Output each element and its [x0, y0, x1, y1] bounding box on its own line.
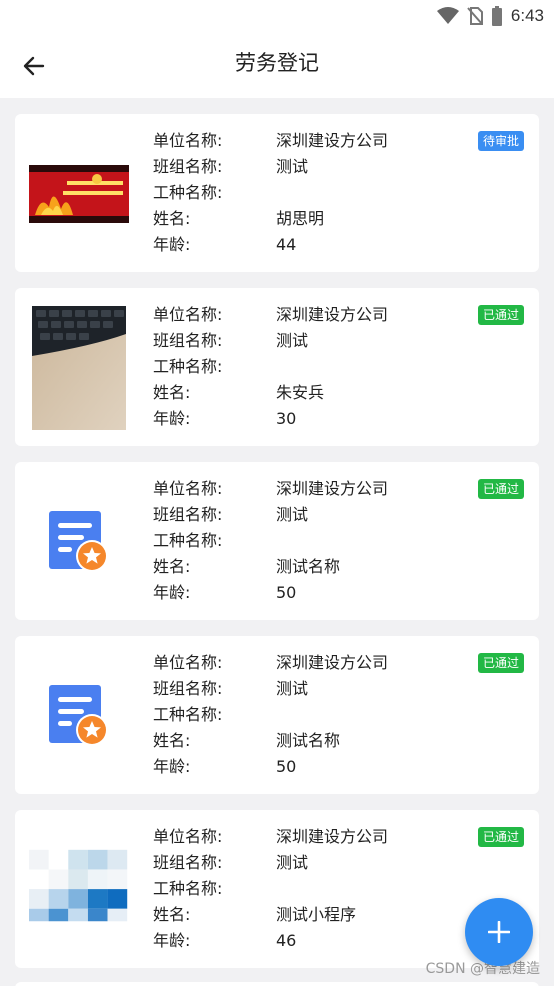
team-value: 测试	[276, 505, 309, 524]
record-card[interactable]: 单位名称: 深圳建设方公司 班组名称: 测试 工种名称: 姓名: 测试小程序 年龄: 4…	[15, 810, 539, 968]
name-value: 测试名称	[276, 557, 341, 576]
age-label: 年龄:	[153, 931, 191, 950]
battery-icon	[491, 6, 502, 26]
status-badge: 待审批	[477, 131, 524, 151]
team-label: 班组名称:	[153, 505, 223, 524]
age-label: 年龄:	[153, 235, 191, 254]
record-card[interactable]: 单位名称: 深圳建设方公司 班组名称: 测试 工种名称: 姓名: 胡思明 年龄: 44 …	[15, 114, 539, 272]
add-record-button[interactable]	[465, 898, 533, 966]
record-card[interactable]: 单位名称: 深圳建设方公司 班组名称: 测试 工种名称: 姓名: 测试名称 年龄: 50…	[15, 462, 539, 620]
record-card[interactable]: 单位名称: 深圳建设方公司 班组名称: 测试 工种名称: 姓名: 测试名称 年龄: 50…	[15, 636, 539, 794]
keyboard-photo	[32, 306, 126, 430]
name-label: 姓名:	[153, 209, 191, 228]
record-fields: 单位名称: 深圳建设方公司 班组名称: 测试 工种名称: 姓名: 胡思明 年龄: 44	[153, 128, 388, 258]
record-card[interactable]: 单位名称: 深圳建设方公司 班组名称: 测试 工种名称: 姓名: 朱安兵 年龄: 30 …	[15, 288, 539, 446]
age-value: 50	[276, 757, 297, 776]
age-label: 年龄:	[153, 583, 191, 602]
status-badge: 已通过	[477, 827, 524, 847]
unit-label: 单位名称:	[153, 479, 223, 498]
record-thumbnail	[29, 480, 129, 604]
trade-label: 工种名称:	[153, 183, 223, 202]
poster-image	[29, 165, 129, 223]
unit-value: 深圳建设方公司	[276, 479, 389, 498]
name-label: 姓名:	[153, 905, 191, 924]
record-list: 单位名称: 深圳建设方公司 班组名称: 测试 工种名称: 姓名: 胡思明 年龄: 44 …	[15, 114, 539, 984]
trade-label: 工种名称:	[153, 705, 223, 724]
age-value: 30	[276, 409, 297, 428]
plus-icon	[488, 921, 510, 943]
pixelated-image	[29, 849, 129, 931]
trade-label: 工种名称:	[153, 879, 223, 898]
age-value: 44	[276, 235, 297, 254]
status-bar: 6:43	[0, 0, 554, 34]
unit-label: 单位名称:	[153, 827, 223, 846]
age-value: 46	[276, 931, 297, 950]
name-value: 胡思明	[276, 209, 325, 228]
team-label: 班组名称:	[153, 853, 223, 872]
trade-label: 工种名称:	[153, 357, 223, 376]
unit-label: 单位名称:	[153, 305, 223, 324]
status-badge: 已通过	[477, 653, 524, 673]
name-value: 朱安兵	[276, 383, 325, 402]
record-fields: 单位名称: 深圳建设方公司 班组名称: 测试 工种名称: 姓名: 测试名称 年龄: 50	[153, 650, 388, 780]
record-thumbnail	[29, 132, 129, 256]
team-value: 测试	[276, 331, 309, 350]
team-label: 班组名称:	[153, 679, 223, 698]
age-label: 年龄:	[153, 757, 191, 776]
record-thumbnail	[29, 654, 129, 778]
header: 劳务登记	[0, 34, 554, 98]
no-sim-icon	[467, 7, 483, 25]
record-card[interactable]	[15, 982, 539, 986]
unit-label: 单位名称:	[153, 131, 223, 150]
age-label: 年龄:	[153, 409, 191, 428]
team-value: 测试	[276, 853, 309, 872]
unit-value: 深圳建设方公司	[276, 653, 389, 672]
document-star-icon	[49, 685, 108, 746]
unit-value: 深圳建设方公司	[276, 131, 389, 150]
record-fields: 单位名称: 深圳建设方公司 班组名称: 测试 工种名称: 姓名: 测试小程序 年龄: 4…	[153, 824, 388, 954]
name-value: 测试名称	[276, 731, 341, 750]
team-value: 测试	[276, 679, 309, 698]
name-label: 姓名:	[153, 383, 191, 402]
record-thumbnail	[29, 828, 129, 952]
team-label: 班组名称:	[153, 157, 223, 176]
name-value: 测试小程序	[276, 905, 357, 924]
name-label: 姓名:	[153, 731, 191, 750]
status-badge: 已通过	[477, 305, 524, 325]
unit-label: 单位名称:	[153, 653, 223, 672]
trade-label: 工种名称:	[153, 531, 223, 550]
document-star-icon	[49, 511, 108, 572]
record-thumbnail	[29, 306, 129, 430]
team-label: 班组名称:	[153, 331, 223, 350]
status-time: 6:43	[510, 6, 544, 25]
record-fields: 单位名称: 深圳建设方公司 班组名称: 测试 工种名称: 姓名: 朱安兵 年龄: 30	[153, 302, 388, 432]
unit-value: 深圳建设方公司	[276, 827, 389, 846]
record-fields: 单位名称: 深圳建设方公司 班组名称: 测试 工种名称: 姓名: 测试名称 年龄: 50	[153, 476, 388, 606]
status-badge: 已通过	[477, 479, 524, 499]
name-label: 姓名:	[153, 557, 191, 576]
team-value: 测试	[276, 157, 309, 176]
wifi-icon	[436, 7, 459, 24]
unit-value: 深圳建设方公司	[276, 305, 389, 324]
age-value: 50	[276, 583, 297, 602]
page-title: 劳务登记	[235, 51, 319, 75]
